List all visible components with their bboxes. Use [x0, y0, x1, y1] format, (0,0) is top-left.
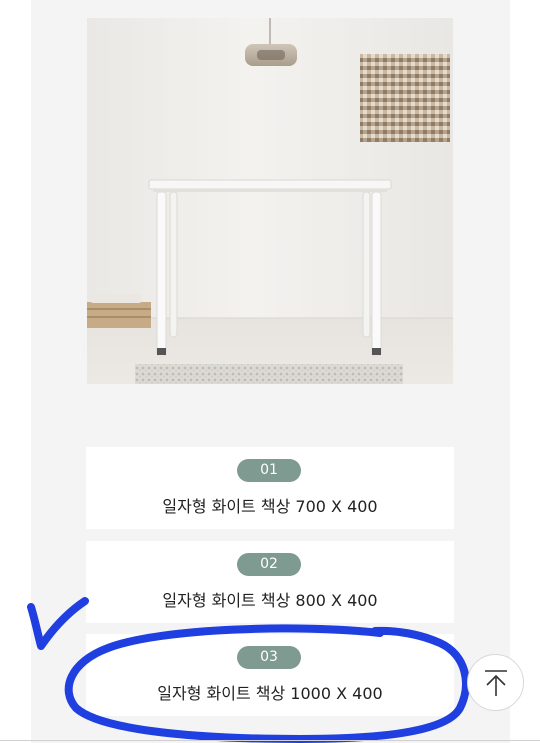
bottom-divider [0, 740, 540, 741]
option-number-badge: 03 [237, 646, 301, 669]
option-label: 일자형 화이트 책상 800 X 400 [162, 591, 378, 610]
product-image [87, 18, 453, 384]
option-label: 일자형 화이트 책상 700 X 400 [162, 497, 378, 516]
option-card-01[interactable]: 01 일자형 화이트 책상 700 X 400 [86, 447, 454, 529]
scroll-to-top-button[interactable] [467, 654, 524, 711]
option-card-02[interactable]: 02 일자형 화이트 책상 800 X 400 [86, 541, 454, 623]
option-number-badge: 01 [237, 459, 301, 482]
option-number-badge: 02 [237, 553, 301, 576]
desk-scene-illustration [87, 18, 453, 384]
option-card-03[interactable]: 03 일자형 화이트 책상 1000 X 400 [86, 634, 454, 716]
option-label: 일자형 화이트 책상 1000 X 400 [157, 684, 383, 703]
arrow-up-to-top-icon [484, 669, 507, 696]
